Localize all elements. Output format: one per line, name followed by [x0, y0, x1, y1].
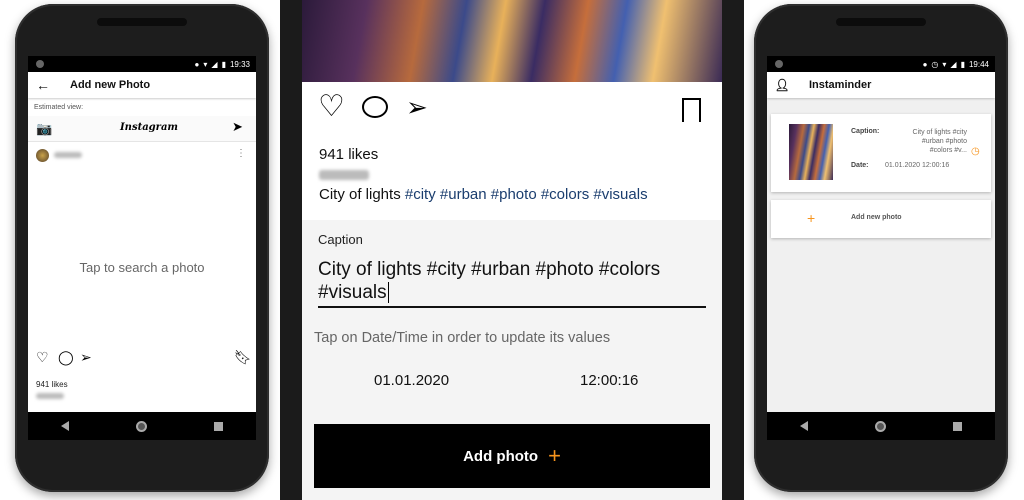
date-time-hint: Tap on Date/Time in order to update its …	[314, 330, 611, 346]
person-icon[interactable]: 👤︎	[767, 78, 797, 92]
alarm-icon: ◷	[931, 59, 939, 69]
likes-count: 941 likes	[319, 146, 379, 163]
caption-input[interactable]: City of lights #city #urban #photo #colo…	[318, 258, 706, 308]
heart-icon[interactable]: ♡	[318, 92, 345, 122]
photo-thumbnail	[789, 124, 833, 180]
hashtag[interactable]: #visuals	[593, 186, 647, 203]
signal-icon: ◢	[950, 59, 957, 69]
caption-username-blurred	[36, 393, 64, 399]
add-photo-label: Add photo	[463, 447, 539, 465]
instagram-preview[interactable]: 📷 Instagram ➤ ⋮ Tap to search a photo ♡ …	[28, 116, 256, 412]
nav-home-button[interactable]	[135, 420, 147, 432]
app-bar: 👤︎ Instaminder	[767, 72, 995, 98]
photo-card[interactable]: Caption: City of lights #city #urban #ph…	[771, 114, 991, 192]
nav-bar	[767, 412, 995, 440]
date-label: Date:	[851, 162, 869, 169]
notification-dot	[775, 60, 783, 68]
comment-icon[interactable]: ◯	[58, 349, 74, 366]
left-phone-frame: ● ▾ ◢ ▮ 19:33 ← Add new Photo Estimated …	[15, 4, 269, 492]
heart-icon[interactable]: ♡	[36, 349, 49, 366]
tap-to-search[interactable]: Tap to search a photo	[28, 260, 256, 275]
add-new-photo-card[interactable]: + Add new photo	[771, 200, 991, 238]
hashtag[interactable]: #urban	[440, 186, 487, 203]
send-icon[interactable]: ➢	[406, 92, 428, 122]
bookmark-icon[interactable]: 🔖︎	[234, 349, 252, 366]
plus-icon: +	[807, 210, 816, 226]
app-bar: ← Add new Photo	[28, 72, 256, 98]
date-value[interactable]: 01.01.2020	[374, 372, 449, 389]
likes-count: 941 likes	[36, 380, 68, 389]
signal-icon: ◢	[211, 59, 218, 69]
more-vert-icon[interactable]: ⋮	[236, 148, 246, 159]
send-icon: ➤	[232, 119, 243, 134]
add-photo-button[interactable]: Add photo +	[314, 424, 710, 488]
post-info: ♡ ➢ 941 likes City of lights #city #urba…	[302, 82, 722, 220]
battery-icon: ▮	[221, 59, 226, 69]
plus-icon: +	[548, 443, 561, 468]
wifi-icon: ▾	[203, 59, 208, 69]
date-value: 01.01.2020 12:00:16	[885, 162, 950, 169]
nav-back-button[interactable]	[800, 421, 809, 431]
post-caption: City of lights #city #urban #photo #colo…	[319, 186, 648, 203]
caption-value: City of lights #city #urban #photo #colo…	[912, 129, 967, 154]
time-value[interactable]: 12:00:16	[580, 372, 638, 389]
camera-icon: 📷	[36, 121, 53, 136]
instagram-header: 📷 Instagram ➤	[28, 116, 256, 142]
center-screen: ♡ ➢ 941 likes City of lights #city #urba…	[302, 0, 722, 500]
caption-input-line2: #visuals	[318, 282, 389, 303]
page-title: Add new Photo	[70, 79, 151, 91]
speaker-grille	[836, 18, 926, 26]
app-title: Instaminder	[809, 79, 872, 91]
post-photo	[302, 0, 722, 82]
location-icon: ●	[922, 59, 928, 69]
status-time: 19:33	[229, 59, 250, 69]
nav-bar	[28, 412, 256, 440]
post-header: ⋮	[36, 148, 248, 164]
send-icon[interactable]: ➢	[80, 349, 92, 366]
hashtag[interactable]: #photo	[491, 186, 537, 203]
status-bar: ● ◷ ▾ ◢ ▮ 19:44	[767, 56, 995, 72]
status-time: 19:44	[968, 59, 989, 69]
caption-text: City of lights	[319, 186, 401, 203]
bookmark-icon[interactable]	[682, 98, 701, 122]
battery-icon: ▮	[960, 59, 965, 69]
avatar	[36, 149, 49, 162]
nav-recents-button[interactable]	[952, 421, 962, 431]
right-phone-screen: ● ◷ ▾ ◢ ▮ 19:44 👤︎ Instaminder Caption: …	[767, 56, 995, 440]
add-new-photo-label: Add new photo	[851, 214, 902, 221]
hashtag[interactable]: #colors	[541, 186, 589, 203]
username-blurred	[54, 152, 82, 158]
nav-back-button[interactable]	[61, 421, 70, 431]
comment-icon[interactable]	[362, 96, 388, 118]
clock-icon[interactable]: ◷	[971, 146, 980, 157]
caption-input-line1: City of lights #city #urban #photo #colo…	[318, 259, 661, 280]
caption-label: Caption	[318, 232, 363, 247]
notification-dot	[36, 60, 44, 68]
caption-label: Caption:	[851, 128, 880, 135]
nav-home-button[interactable]	[874, 420, 886, 432]
hashtag[interactable]: #city	[405, 186, 436, 203]
estimated-view-label: Estimated view:	[34, 104, 84, 111]
wifi-icon: ▾	[942, 59, 947, 69]
username-blurred	[319, 170, 369, 180]
center-phone-frame: ♡ ➢ 941 likes City of lights #city #urba…	[280, 0, 744, 500]
right-phone-frame: ● ◷ ▾ ◢ ▮ 19:44 👤︎ Instaminder Caption: …	[754, 4, 1008, 492]
instagram-logo: Instagram	[120, 122, 178, 133]
back-arrow-icon[interactable]: ←	[28, 77, 58, 93]
left-phone-screen: ● ▾ ◢ ▮ 19:33 ← Add new Photo Estimated …	[28, 56, 256, 440]
status-bar: ● ▾ ◢ ▮ 19:33	[28, 56, 256, 72]
action-row: ♡ ◯ ➢ 🔖︎	[36, 349, 252, 367]
edit-panel: Caption City of lights #city #urban #pho…	[302, 220, 722, 500]
nav-recents-button[interactable]	[213, 421, 223, 431]
speaker-grille	[97, 18, 187, 26]
location-icon: ●	[194, 59, 200, 69]
